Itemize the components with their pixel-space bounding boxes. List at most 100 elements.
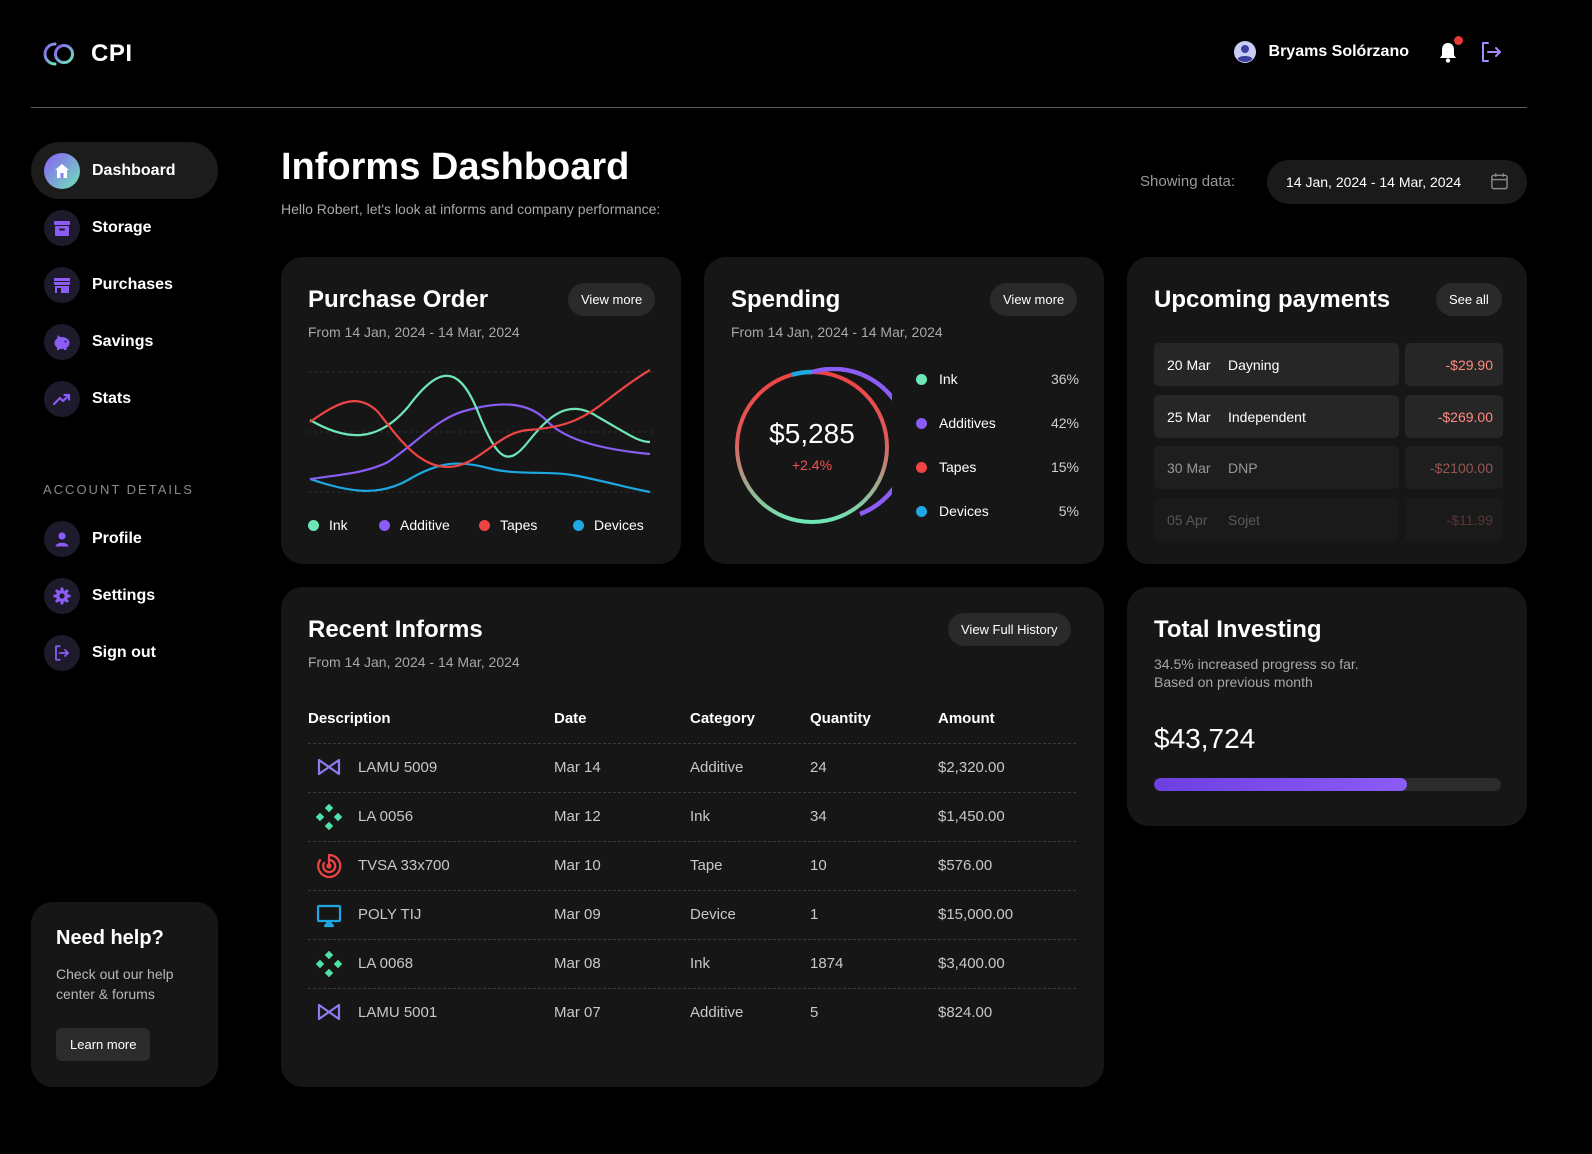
help-text: Check out our help center & forums bbox=[56, 966, 174, 1002]
legend-additive: Additive bbox=[379, 517, 450, 533]
spending-item-ink: Ink 36% bbox=[916, 371, 1079, 387]
cell-amount: $2,320.00 bbox=[938, 759, 1005, 776]
logout-button[interactable] bbox=[1479, 40, 1503, 69]
showing-data-label: Showing data: bbox=[1140, 173, 1236, 190]
sidebar-item-storage[interactable]: Storage bbox=[31, 199, 218, 256]
cell-category: Ink bbox=[690, 955, 711, 972]
payment-date: 30 Mar bbox=[1167, 459, 1211, 476]
sidebar-item-dashboard[interactable]: Dashboard bbox=[31, 142, 218, 199]
logo[interactable]: CPI bbox=[43, 40, 133, 68]
cell-quantity: 24 bbox=[810, 759, 827, 776]
payment-date: 20 Mar bbox=[1167, 356, 1211, 373]
sidebar-item-settings[interactable]: Settings bbox=[31, 567, 218, 624]
cell-category: Tape bbox=[690, 857, 723, 874]
cell-description: LA 0068 bbox=[358, 955, 414, 972]
sidebar-item-purchases[interactable]: Purchases bbox=[31, 256, 218, 313]
legend-ink: Ink bbox=[308, 517, 348, 533]
notifications-button[interactable] bbox=[1437, 36, 1463, 69]
spending-item-name: Ink bbox=[939, 371, 958, 387]
cell-quantity: 1874 bbox=[810, 955, 844, 972]
spending-item-pct: 42% bbox=[1050, 415, 1079, 431]
cell-amount: $15,000.00 bbox=[938, 906, 1014, 923]
payment-name: Sojet bbox=[1228, 511, 1260, 528]
series-line-devices bbox=[309, 462, 651, 494]
sign-out-icon bbox=[44, 634, 80, 671]
cell-date: Mar 14 bbox=[554, 759, 601, 776]
payment-date: 05 Apr bbox=[1167, 511, 1208, 528]
column-header-amount[interactable]: Amount bbox=[938, 710, 995, 727]
cell-date: Mar 10 bbox=[554, 857, 601, 874]
date-range-value: 14 Jan, 2024 - 14 Mar, 2024 bbox=[1286, 174, 1462, 190]
payment-date: 25 Mar bbox=[1167, 408, 1211, 425]
legend-dot bbox=[379, 519, 390, 531]
spending-change: +2.4% bbox=[791, 457, 833, 473]
table-row[interactable]: LAMU 5009 Mar 14 Additive 24 $2,320.00 bbox=[308, 743, 1076, 792]
home-icon bbox=[44, 152, 80, 189]
sidebar-item-label: Purchases bbox=[92, 275, 173, 293]
payment-info: 25 Mar Independent bbox=[1154, 395, 1399, 438]
infinity-icon bbox=[316, 1000, 342, 1029]
sidebar-item-savings[interactable]: Savings bbox=[31, 313, 218, 370]
legend-dot bbox=[308, 519, 319, 531]
cell-category: Ink bbox=[690, 808, 711, 825]
user-menu[interactable]: Bryams Solórzano bbox=[1233, 40, 1409, 64]
payment-info: 20 Mar Dayning bbox=[1154, 343, 1399, 386]
sidebar-item-label: Profile bbox=[92, 529, 142, 547]
table-row[interactable]: LA 0056 Mar 12 Ink 34 $1,450.00 bbox=[308, 792, 1076, 841]
table-row[interactable]: LAMU 5001 Mar 07 Additive 5 $824.00 bbox=[308, 988, 1076, 1037]
cell-amount: $576.00 bbox=[938, 857, 993, 874]
notification-badge bbox=[1454, 36, 1463, 45]
store-icon bbox=[44, 266, 80, 303]
column-header-description[interactable]: Description bbox=[308, 710, 391, 727]
total-investing-title: Total Investing bbox=[1154, 616, 1322, 643]
infinity-icon bbox=[316, 755, 342, 784]
recent-informs-title: Recent Informs bbox=[308, 616, 483, 643]
sidebar-item-label: Stats bbox=[92, 389, 132, 407]
spending-item-pct: 36% bbox=[1050, 371, 1079, 387]
cell-date: Mar 08 bbox=[554, 955, 601, 972]
learn-more-button[interactable]: Learn more bbox=[56, 1028, 151, 1061]
legend-label: Tapes bbox=[500, 517, 538, 533]
logo-icon bbox=[43, 42, 74, 66]
cell-category: Additive bbox=[690, 759, 744, 776]
cell-category: Additive bbox=[690, 1004, 744, 1021]
gear-icon bbox=[44, 577, 80, 614]
cell-date: Mar 12 bbox=[554, 808, 601, 825]
payment-info: 30 Mar DNP bbox=[1154, 446, 1399, 489]
spending-total: $5,285 bbox=[769, 418, 855, 449]
cell-category: Device bbox=[690, 906, 736, 923]
table-row[interactable]: POLY TIJ Mar 09 Device 1 $15,000.00 bbox=[308, 890, 1076, 939]
cell-description: POLY TIJ bbox=[358, 906, 422, 923]
table-row[interactable]: TVSA 33x700 Mar 10 Tape 10 $576.00 bbox=[308, 841, 1076, 890]
sidebar-item-label: Savings bbox=[92, 332, 154, 350]
payment-amount: -$269.00 bbox=[1405, 395, 1503, 438]
monitor-icon bbox=[316, 902, 342, 933]
see-all-button[interactable]: See all bbox=[1436, 283, 1502, 316]
total-investing-value: $43,724 bbox=[1154, 723, 1256, 754]
page-title: Informs Dashboard bbox=[281, 146, 630, 188]
payment-name: Independent bbox=[1228, 408, 1306, 425]
view-full-history-button[interactable]: View Full History bbox=[948, 613, 1071, 646]
cell-description: LA 0056 bbox=[358, 808, 414, 825]
column-header-quantity[interactable]: Quantity bbox=[810, 710, 871, 727]
legend-label: Devices bbox=[594, 517, 644, 533]
column-header-category[interactable]: Category bbox=[690, 710, 755, 727]
column-header-date[interactable]: Date bbox=[554, 710, 587, 727]
help-card: Need help? Check out our help center & f… bbox=[31, 902, 218, 1087]
diamond-grid-icon bbox=[315, 803, 343, 835]
table-row[interactable]: LA 0068 Mar 08 Ink 1874 $3,400.00 bbox=[308, 939, 1076, 988]
legend-dot bbox=[916, 417, 927, 429]
upcoming-payments-card: Upcoming payments See all 20 Mar Dayning … bbox=[1127, 257, 1527, 564]
sidebar-item-sign-out[interactable]: Sign out bbox=[31, 624, 218, 681]
purchase-order-view-more-button[interactable]: View more bbox=[568, 283, 656, 316]
cell-date: Mar 09 bbox=[554, 906, 601, 923]
sidebar-item-profile[interactable]: Profile bbox=[31, 510, 218, 567]
purchase-order-subtitle: From 14 Jan, 2024 - 14 Mar, 2024 bbox=[308, 324, 520, 340]
spending-view-more-button[interactable]: View more bbox=[990, 283, 1078, 316]
user-avatar-icon bbox=[1233, 41, 1256, 63]
sidebar-item-label: Storage bbox=[92, 218, 152, 236]
date-range-picker[interactable]: 14 Jan, 2024 - 14 Mar, 2024 bbox=[1267, 160, 1527, 204]
sidebar-item-stats[interactable]: Stats bbox=[31, 370, 218, 427]
cell-amount: $824.00 bbox=[938, 1004, 993, 1021]
sidebar-item-label: Settings bbox=[92, 586, 156, 604]
